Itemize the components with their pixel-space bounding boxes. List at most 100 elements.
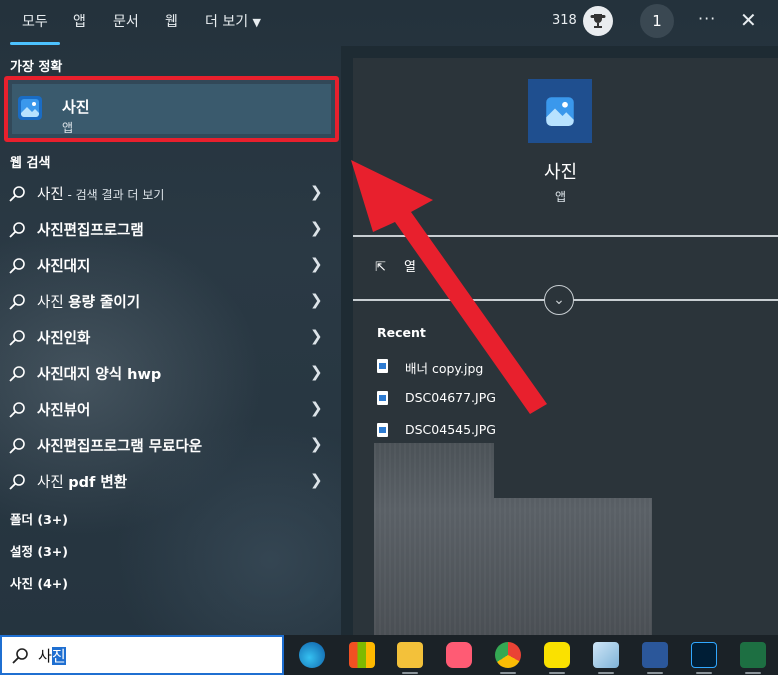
more-icon[interactable]: ··· [698, 9, 716, 28]
recent-file-item[interactable]: DSC04545.JPG [377, 421, 677, 443]
web-search-bold: 사진편집프로그램 무료다운 [37, 439, 203, 455]
recent-heading: Recent [377, 325, 426, 340]
camera-app-icon[interactable] [446, 642, 472, 668]
excel-icon[interactable] [740, 642, 766, 668]
web-search-text: 사진뷰어 [37, 399, 90, 420]
category-photos[interactable]: 사진 (4+) [10, 573, 68, 592]
chevron-right-icon: ❯ [310, 363, 323, 381]
chevron-right-icon: ❯ [310, 291, 323, 309]
web-search-text: 사진편집프로그램 무료다운 [37, 435, 202, 456]
search-icon [9, 402, 25, 418]
tab-web[interactable]: 웹 [165, 11, 178, 31]
search-icon [9, 258, 25, 274]
app-store-icon[interactable] [349, 642, 375, 668]
best-match-name: 사진 [62, 98, 90, 116]
blurred-thumbnail [374, 443, 652, 635]
image-file-icon [377, 391, 388, 405]
category-settings[interactable]: 설정 (3+) [10, 541, 68, 560]
search-icon [9, 294, 25, 310]
web-search-item[interactable]: 사진뷰어 ❯ [0, 392, 335, 426]
web-search-item[interactable]: 사진 pdf 변환 ❯ [0, 464, 335, 498]
web-search-bold: 사진편집프로그램 [37, 223, 144, 239]
chevron-down-icon[interactable]: ⌄ [544, 285, 574, 315]
recent-file-item[interactable]: 배너 copy.jpg [377, 357, 677, 379]
web-search-text: 사진 - 검색 결과 더 보기 [37, 183, 164, 204]
web-search-bold: 사진대지 [37, 259, 91, 275]
web-search-item[interactable]: 사진편집프로그램 무료다운 ❯ [0, 428, 335, 462]
trophy-icon[interactable] [583, 6, 613, 36]
search-icon [9, 186, 25, 202]
search-icon [9, 474, 25, 490]
kakaotalk-icon[interactable] [544, 642, 570, 668]
recent-file-item[interactable]: DSC04677.JPG [377, 389, 677, 411]
chevron-right-icon: ❯ [310, 327, 323, 345]
best-match-type: 앱 [62, 121, 74, 135]
chevron-right-icon: ❯ [310, 471, 323, 489]
search-query-text: 사 [38, 647, 52, 665]
running-indicator [745, 672, 761, 674]
chevron-down-icon: ▼ [252, 16, 262, 29]
tab-all[interactable]: 모두 [22, 11, 48, 31]
search-query: 사진 [38, 645, 66, 666]
chevron-right-icon: ❯ [310, 435, 323, 453]
web-search-item[interactable]: 사진편집프로그램 ❯ [0, 212, 335, 246]
web-search-item[interactable]: 사진 용량 줄이기 ❯ [0, 284, 335, 318]
chrome-icon[interactable] [495, 642, 521, 668]
web-search-item[interactable]: 사진 - 검색 결과 더 보기 ❯ [0, 176, 335, 210]
web-search-text: 사진 용량 줄이기 [37, 291, 140, 312]
search-icon [9, 222, 25, 238]
web-search-bold: 사진인화 [37, 331, 91, 347]
web-search-text: 사진대지 양식 hwp [37, 363, 161, 384]
search-query-selection: 진 [51, 647, 66, 665]
close-icon[interactable]: ✕ [740, 8, 757, 32]
search-icon [9, 330, 25, 346]
recent-file-name: DSC04677.JPG [405, 390, 496, 405]
preview-card: 사진 앱 ⇱ 열 ⌄ Recent 배너 copy.jpg DSC04677.J… [353, 58, 778, 635]
open-action[interactable]: ⇱ 열 [375, 256, 416, 275]
preview-app-type: 앱 [554, 190, 567, 204]
web-search-text: 사진대지 [37, 255, 90, 276]
chevron-right-icon: ❯ [310, 183, 323, 201]
photos-app-large-icon [528, 79, 592, 143]
web-search-bold: 용량 줄이기 [68, 295, 141, 311]
search-filter-bar: 모두 앱 문서 웹 더 보기 ▼ 318 1 ··· ✕ [0, 0, 778, 46]
web-search-item[interactable]: 사진인화 ❯ [0, 320, 335, 354]
search-icon [9, 366, 25, 382]
running-indicator [549, 672, 565, 674]
taskbar: 사진 [0, 635, 778, 675]
file-explorer-icon[interactable] [397, 642, 423, 668]
rewards-points: 318 [552, 13, 577, 28]
category-folders[interactable]: 폴더 (3+) [10, 509, 68, 528]
web-search-text: 사진 pdf 변환 [37, 471, 127, 492]
tab-documents[interactable]: 문서 [113, 11, 139, 31]
image-file-icon [377, 359, 388, 373]
best-match-heading: 가장 정확 [10, 60, 63, 75]
avatar[interactable]: 1 [640, 4, 674, 38]
photoshop-icon[interactable] [691, 642, 717, 668]
open-icon: ⇱ [375, 260, 386, 275]
word-icon[interactable] [642, 642, 668, 668]
web-search-suffix: - 검색 결과 더 보기 [63, 188, 165, 202]
image-file-icon [377, 423, 388, 437]
recent-file-name: DSC04545.JPG [405, 422, 496, 437]
tab-more[interactable]: 더 보기 ▼ [205, 11, 261, 31]
web-search-bold: 사진대지 양식 hwp [37, 367, 162, 383]
tab-apps[interactable]: 앱 [73, 11, 86, 31]
web-search-text: 사진편집프로그램 [37, 219, 144, 240]
web-search-prefix: 사진 [37, 295, 69, 311]
photos-app-icon [18, 96, 42, 120]
best-match-highlight[interactable]: 사진 앱 [4, 76, 339, 142]
running-indicator [647, 672, 663, 674]
preview-app-name: 사진 [543, 162, 578, 183]
web-search-bold: pdf 변환 [68, 475, 128, 491]
web-search-item[interactable]: 사진대지 ❯ [0, 248, 335, 282]
best-match-item[interactable]: 사진 앱 [12, 84, 331, 135]
search-input[interactable]: 사진 [0, 635, 284, 675]
edge-icon[interactable] [299, 642, 325, 668]
search-icon [12, 648, 28, 664]
recent-file-name: 배너 copy.jpg [405, 361, 484, 376]
notepad-icon[interactable] [593, 642, 619, 668]
active-tab-indicator [10, 42, 60, 45]
web-search-item[interactable]: 사진대지 양식 hwp ❯ [0, 356, 335, 390]
web-search-text: 사진인화 [37, 327, 90, 348]
